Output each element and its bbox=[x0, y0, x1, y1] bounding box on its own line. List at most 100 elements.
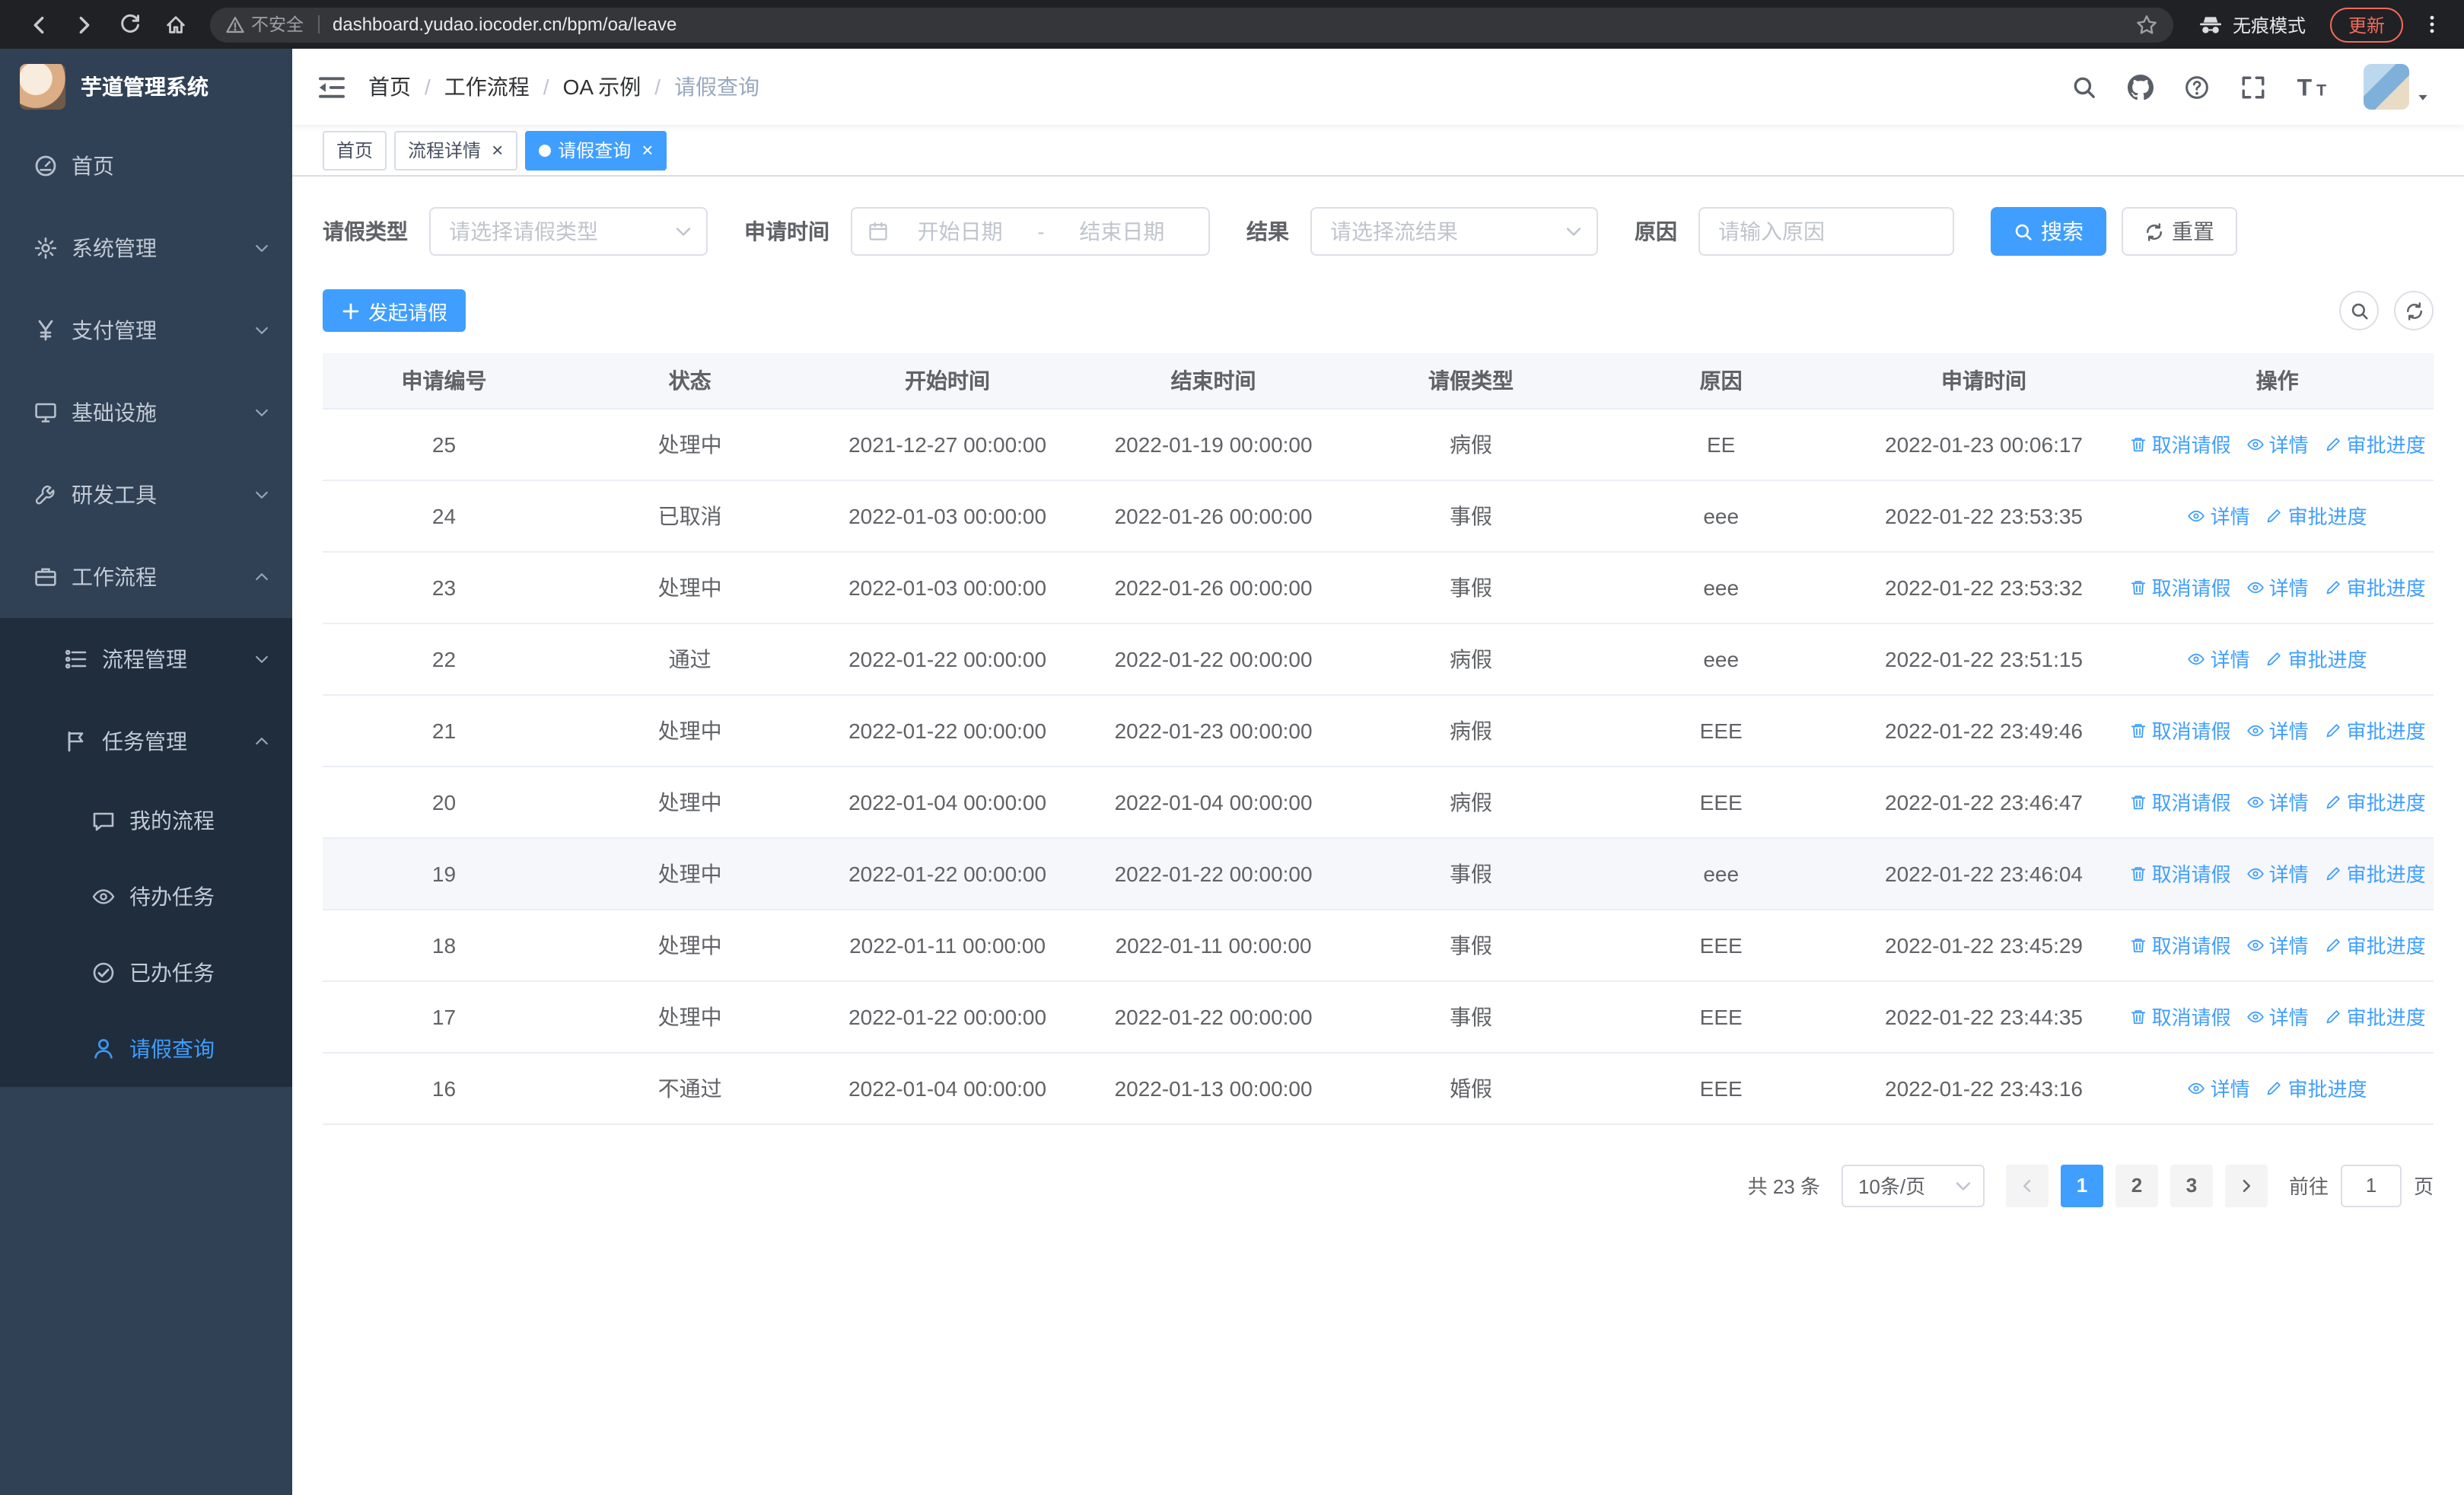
table-row[interactable]: 21 处理中 2022-01-22 00:00:00 2022-01-23 00:00… bbox=[323, 694, 2434, 767]
apply-time-range-input[interactable]: 开始日期 - 结束日期 bbox=[851, 207, 1210, 256]
action-approval-progress[interactable]: 审批进度 bbox=[2324, 572, 2426, 601]
action-cancel-leave[interactable]: 取消请假 bbox=[2129, 429, 2231, 458]
action-cancel-leave[interactable]: 取消请假 bbox=[2129, 716, 2231, 744]
sidebar-collapse-icon[interactable] bbox=[317, 74, 347, 100]
create-leave-button[interactable]: 发起请假 bbox=[323, 289, 466, 332]
reload-button[interactable] bbox=[110, 5, 149, 44]
search-button[interactable]: 搜索 bbox=[1991, 207, 2106, 256]
page-button-1[interactable]: 1 bbox=[2060, 1164, 2103, 1207]
goto-page-input[interactable] bbox=[2340, 1164, 2402, 1207]
fullscreen-icon[interactable] bbox=[2240, 74, 2266, 100]
sidebar-item[interactable]: 研发工具 bbox=[0, 454, 292, 536]
tab[interactable]: 请假查询 × bbox=[524, 130, 667, 170]
column-header: 请假类型 bbox=[1346, 353, 1596, 409]
tab[interactable]: 流程详情 × bbox=[394, 130, 517, 170]
leave-type-select[interactable]: 请选择请假类型 bbox=[429, 207, 708, 256]
breadcrumb-item[interactable]: 首页 bbox=[368, 72, 411, 102]
page-size-select[interactable]: 10条/页 bbox=[1841, 1164, 1985, 1207]
action-approval-progress[interactable]: 审批进度 bbox=[2324, 716, 2426, 744]
action-cancel-leave[interactable]: 取消请假 bbox=[2129, 572, 2231, 601]
security-indicator[interactable]: 不安全 bbox=[225, 12, 304, 37]
table-row[interactable]: 24 已取消 2022-01-03 00:00:00 2022-01-26 00:00… bbox=[323, 480, 2434, 552]
table-row[interactable]: 23 处理中 2022-01-03 00:00:00 2022-01-26 00:00… bbox=[323, 551, 2434, 623]
table-row[interactable]: 16 不通过 2022-01-04 00:00:00 2022-01-13 00:00… bbox=[323, 1052, 2434, 1124]
action-approval-progress[interactable]: 审批进度 bbox=[2324, 429, 2426, 458]
sidebar-item[interactable]: 支付管理 bbox=[0, 289, 292, 371]
prev-page-button[interactable] bbox=[2005, 1164, 2049, 1207]
cell-leave-type: 事假 bbox=[1346, 909, 1596, 981]
toggle-search-button[interactable] bbox=[2339, 291, 2379, 330]
action-cancel-leave[interactable]: 取消请假 bbox=[2129, 859, 2231, 888]
cell-apply-time: 2022-01-23 00:06:17 bbox=[1846, 408, 2122, 480]
tab[interactable]: 首页 bbox=[323, 130, 387, 170]
tab-label: 流程详情 bbox=[408, 140, 482, 161]
table-row[interactable]: 20 处理中 2022-01-04 00:00:00 2022-01-04 00:00… bbox=[323, 766, 2434, 838]
user-menu[interactable] bbox=[2364, 64, 2431, 110]
next-page-button[interactable] bbox=[2224, 1164, 2268, 1207]
page-button-2[interactable]: 2 bbox=[2115, 1164, 2158, 1207]
refresh-table-button[interactable] bbox=[2394, 291, 2434, 330]
sidebar-item[interactable]: 已办任务 bbox=[0, 935, 292, 1011]
action-detail[interactable]: 详情 bbox=[2246, 716, 2309, 744]
page-button-3[interactable]: 3 bbox=[2170, 1164, 2213, 1207]
action-detail[interactable]: 详情 bbox=[2246, 859, 2309, 888]
url-bar[interactable]: 不安全 dashboard.yudao.iocoder.cn/bpm/oa/le… bbox=[210, 7, 2173, 42]
table-row[interactable]: 25 处理中 2021-12-27 00:00:00 2022-01-19 00:00… bbox=[323, 408, 2434, 480]
close-icon[interactable]: × bbox=[492, 140, 503, 160]
action-approval-progress[interactable]: 审批进度 bbox=[2324, 1002, 2426, 1031]
update-button[interactable]: 更新 bbox=[2329, 7, 2403, 42]
eye-icon bbox=[2246, 792, 2265, 811]
action-approval-progress[interactable]: 审批进度 bbox=[2324, 859, 2426, 888]
action-cancel-leave[interactable]: 取消请假 bbox=[2129, 787, 2231, 816]
reason-input[interactable] bbox=[1700, 219, 1953, 244]
sidebar-item[interactable]: 待办任务 bbox=[0, 859, 292, 935]
action-approval-progress[interactable]: 审批进度 bbox=[2265, 501, 2367, 530]
action-detail[interactable]: 详情 bbox=[2188, 501, 2250, 530]
action-detail[interactable]: 详情 bbox=[2246, 429, 2309, 458]
action-detail[interactable]: 详情 bbox=[2246, 930, 2309, 959]
action-approval-progress[interactable]: 审批进度 bbox=[2265, 644, 2367, 673]
action-approval-progress[interactable]: 审批进度 bbox=[2265, 1073, 2367, 1102]
sidebar-item[interactable]: 我的流程 bbox=[0, 783, 292, 859]
sidebar-item[interactable]: 首页 bbox=[0, 125, 292, 207]
bookmark-star-icon[interactable] bbox=[2135, 13, 2158, 36]
sidebar-item[interactable]: 系统管理 bbox=[0, 207, 292, 289]
action-approval-progress[interactable]: 审批进度 bbox=[2324, 930, 2426, 959]
github-icon[interactable] bbox=[2128, 74, 2154, 100]
cell-end-time: 2022-01-26 00:00:00 bbox=[1080, 551, 1347, 623]
table-row[interactable]: 22 通过 2022-01-22 00:00:00 2022-01-22 00:00:… bbox=[323, 623, 2434, 695]
sidebar-item[interactable]: 任务管理 bbox=[0, 700, 292, 783]
cell-apply-time: 2022-01-22 23:44:35 bbox=[1846, 980, 2122, 1053]
tree-list-icon bbox=[64, 647, 88, 671]
table-row[interactable]: 19 处理中 2022-01-22 00:00:00 2022-01-22 00:00… bbox=[323, 837, 2434, 910]
forward-button[interactable] bbox=[64, 5, 103, 44]
action-detail[interactable]: 详情 bbox=[2246, 572, 2309, 601]
action-cancel-leave[interactable]: 取消请假 bbox=[2129, 1002, 2231, 1031]
action-approval-progress[interactable]: 审批进度 bbox=[2324, 787, 2426, 816]
browser-menu-button[interactable] bbox=[2415, 8, 2449, 41]
table-row[interactable]: 17 处理中 2022-01-22 00:00:00 2022-01-22 00:00… bbox=[323, 980, 2434, 1053]
font-size-icon[interactable]: TT bbox=[2297, 74, 2333, 100]
action-cancel-leave[interactable]: 取消请假 bbox=[2129, 930, 2231, 959]
result-select[interactable]: 请选择流结果 bbox=[1310, 207, 1598, 256]
sidebar-item[interactable]: 基础设施 bbox=[0, 371, 292, 454]
sidebar-item[interactable]: 工作流程 bbox=[0, 536, 292, 618]
action-detail[interactable]: 详情 bbox=[2246, 787, 2309, 816]
action-detail[interactable]: 详情 bbox=[2246, 1002, 2309, 1031]
create-leave-label: 发起请假 bbox=[368, 301, 448, 324]
cell-reason: EE bbox=[1595, 408, 1847, 480]
back-button[interactable] bbox=[18, 5, 58, 44]
table-row[interactable]: 18 处理中 2022-01-11 00:00:00 2022-01-11 00:00… bbox=[323, 909, 2434, 981]
breadcrumb-item[interactable]: 工作流程 bbox=[444, 72, 530, 102]
breadcrumb-item[interactable]: OA 示例 bbox=[563, 72, 641, 102]
help-icon[interactable] bbox=[2184, 74, 2210, 100]
action-detail[interactable]: 详情 bbox=[2188, 644, 2250, 673]
reset-button[interactable]: 重置 bbox=[2122, 207, 2237, 256]
sidebar-item[interactable]: 请假查询 bbox=[0, 1011, 292, 1087]
caret-down-icon bbox=[2415, 90, 2431, 105]
search-icon[interactable] bbox=[2071, 74, 2097, 100]
home-button[interactable] bbox=[155, 5, 195, 44]
sidebar-item[interactable]: 流程管理 bbox=[0, 618, 292, 700]
close-icon[interactable]: × bbox=[641, 140, 653, 160]
action-detail[interactable]: 详情 bbox=[2188, 1073, 2250, 1102]
